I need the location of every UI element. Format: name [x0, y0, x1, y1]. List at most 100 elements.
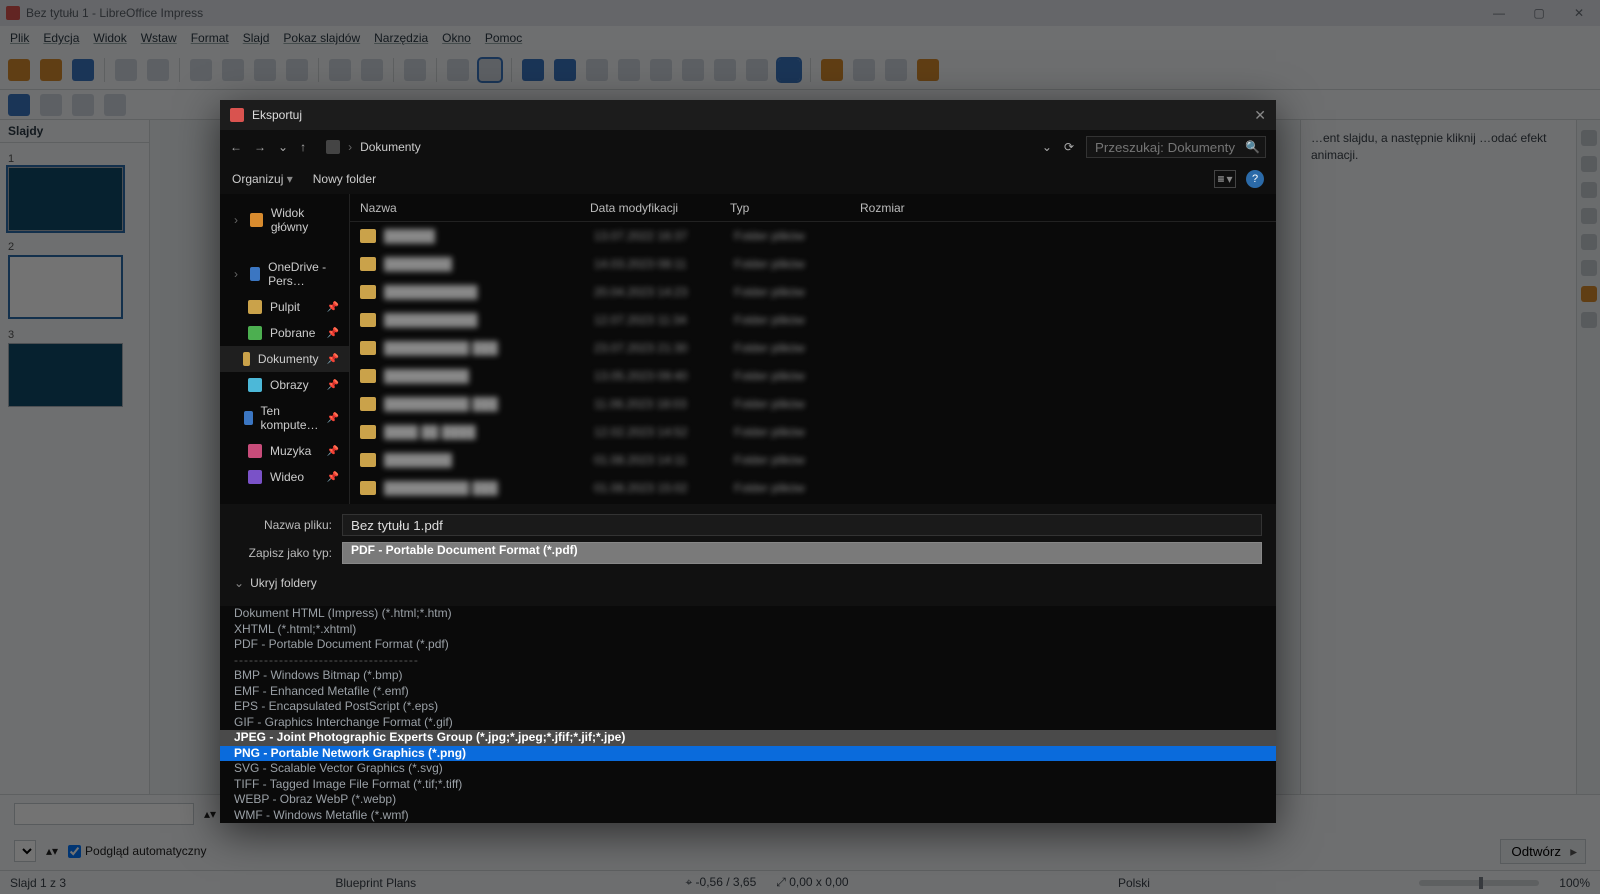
- folder-icon: [360, 425, 376, 439]
- dialog-form: Nazwa pliku: Zapisz jako typ: PDF - Port…: [220, 504, 1276, 606]
- nav-up-icon[interactable]: ↑: [300, 140, 306, 154]
- file-date: 14.03.2023 08:11: [594, 257, 734, 271]
- file-type: Folder plików: [734, 285, 864, 299]
- file-type: Folder plików: [734, 341, 864, 355]
- list-header: Nazwa Data modyfikacji Typ Rozmiar: [350, 194, 1276, 222]
- file-name: ██████████: [384, 369, 594, 383]
- file-type: Folder plików: [734, 369, 864, 383]
- file-row[interactable]: ████████01.08.2023 14:11Folder plików: [350, 446, 1276, 474]
- pin-icon: 📌: [327, 413, 339, 424]
- filename-input[interactable]: [342, 514, 1262, 536]
- file-row[interactable]: ███████████12.07.2023 11:34Folder plików: [350, 306, 1276, 334]
- filetype-option[interactable]: BMP - Windows Bitmap (*.bmp): [220, 668, 1276, 684]
- folder-icon: [360, 341, 376, 355]
- file-name: ██████████ ███: [384, 481, 594, 495]
- breadcrumb-label: Dokumenty: [360, 140, 421, 154]
- sidebar-icon: [248, 470, 262, 484]
- file-name: ████████: [384, 453, 594, 467]
- sidebar-label: Dokumenty: [258, 352, 319, 366]
- sidebar-item[interactable]: Pulpit📌: [220, 294, 349, 320]
- sidebar-icon: [248, 300, 262, 314]
- nav-dropdown-icon[interactable]: ⌄: [1042, 140, 1052, 154]
- nav-refresh-icon[interactable]: ⟳: [1064, 140, 1074, 154]
- col-size[interactable]: Rozmiar: [850, 201, 970, 215]
- file-type: Folder plików: [734, 313, 864, 327]
- filetype-option[interactable]: WMF - Windows Metafile (*.wmf): [220, 808, 1276, 824]
- sidebar-label: Wideo: [270, 470, 304, 484]
- filetype-option[interactable]: PDF - Portable Document Format (*.pdf): [220, 637, 1276, 653]
- sidebar-item[interactable]: Muzyka 📌: [220, 438, 349, 464]
- file-date: 23.07.2023 21:30: [594, 341, 734, 355]
- nav-back-icon[interactable]: ←: [230, 140, 242, 154]
- dialog-nav: ← → ⌄ ↑ › Dokumenty ⌄ ⟳ 🔍: [220, 130, 1276, 164]
- file-name: ██████████ ███: [384, 341, 594, 355]
- pin-icon: 📌: [327, 446, 339, 457]
- sidebar-item[interactable]: › Widok główny: [220, 200, 349, 240]
- sidebar-item[interactable]: Wideo📌: [220, 464, 349, 490]
- chevron-right-icon: ›: [230, 267, 242, 281]
- filetype-option[interactable]: XHTML (*.html;*.xhtml): [220, 622, 1276, 638]
- file-row[interactable]: ███████████20.04.2023 14:23Folder plików: [350, 278, 1276, 306]
- chevron-right-icon: ›: [348, 140, 352, 154]
- sidebar-item[interactable]: ›OneDrive - Pers…: [220, 254, 349, 294]
- file-date: 01.08.2023 14:11: [594, 453, 734, 467]
- filetype-option[interactable]: PNG - Portable Network Graphics (*.png): [220, 746, 1276, 762]
- file-type: Folder plików: [734, 397, 864, 411]
- dialog-search-input[interactable]: [1086, 136, 1266, 158]
- file-name: ██████: [384, 229, 594, 243]
- file-type: Folder plików: [734, 453, 864, 467]
- sidebar-icon: [243, 352, 250, 366]
- dialog-logo-icon: [230, 108, 244, 122]
- file-row[interactable]: ████████14.03.2023 08:11Folder plików: [350, 250, 1276, 278]
- chevron-right-icon: ›: [230, 213, 242, 227]
- file-row[interactable]: ████ ██ ████12.02.2023 14:52Folder plikó…: [350, 418, 1276, 446]
- file-date: 13.05.2023 09:40: [594, 369, 734, 383]
- sidebar-item[interactable]: Ten kompute…📌: [220, 398, 349, 438]
- filetype-option[interactable]: EMF - Enhanced Metafile (*.emf): [220, 684, 1276, 700]
- filetype-option[interactable]: GIF - Graphics Interchange Format (*.gif…: [220, 715, 1276, 731]
- nav-forward-icon[interactable]: →: [254, 140, 266, 154]
- new-folder-button[interactable]: Nowy folder: [313, 172, 376, 186]
- file-date: 13.07.2022 16:37: [594, 229, 734, 243]
- filetype-option[interactable]: WEBP - Obraz WebP (*.webp): [220, 792, 1276, 808]
- filetype-option[interactable]: SVG - Scalable Vector Graphics (*.svg): [220, 761, 1276, 777]
- file-name: ████ ██ ████: [384, 425, 594, 439]
- filetype-option[interactable]: TIFF - Tagged Image File Format (*.tif;*…: [220, 777, 1276, 793]
- file-row[interactable]: ██████████ ███23.07.2023 21:30Folder pli…: [350, 334, 1276, 362]
- file-type: Folder plików: [734, 229, 864, 243]
- sidebar-icon: [248, 378, 262, 392]
- col-name[interactable]: Nazwa: [350, 201, 580, 215]
- file-row[interactable]: ██████████ ███01.08.2023 15:02Folder pli…: [350, 474, 1276, 502]
- col-date[interactable]: Data modyfikacji: [580, 201, 720, 215]
- sidebar-label: Widok główny: [271, 206, 339, 234]
- dialog-toolbar: Organizuj ▾ Nowy folder ≡ ▾ ?: [220, 164, 1276, 194]
- file-type: Folder plików: [734, 425, 864, 439]
- file-row[interactable]: ██████████13.05.2023 09:40Folder plików: [350, 362, 1276, 390]
- filetype-option[interactable]: Dokument HTML (Impress) (*.html;*.htm): [220, 606, 1276, 622]
- view-mode-button[interactable]: ≡ ▾: [1214, 170, 1236, 188]
- sidebar-item[interactable]: Obrazy📌: [220, 372, 349, 398]
- file-row[interactable]: ██████13.07.2022 16:37Folder plików: [350, 222, 1276, 250]
- sidebar-label: Muzyka: [270, 444, 311, 458]
- file-name: ███████████: [384, 313, 594, 327]
- sidebar-item[interactable]: Dokumenty📌: [220, 346, 349, 372]
- help-button[interactable]: ?: [1246, 170, 1264, 188]
- dialog-close-button[interactable]: ✕: [1254, 107, 1266, 124]
- folder-icon: [360, 229, 376, 243]
- file-type: Folder plików: [734, 481, 864, 495]
- filetype-option[interactable]: EPS - Encapsulated PostScript (*.eps): [220, 699, 1276, 715]
- chevron-down-icon: ⌄: [234, 576, 244, 590]
- organize-button[interactable]: Organizuj ▾: [232, 172, 293, 186]
- filetype-option[interactable]: JPEG - Joint Photographic Experts Group …: [220, 730, 1276, 746]
- file-date: 11.06.2023 18:03: [594, 397, 734, 411]
- hide-folders-toggle[interactable]: ⌄ Ukryj foldery: [234, 570, 1262, 596]
- file-date: 12.02.2023 14:52: [594, 425, 734, 439]
- nav-recent-icon[interactable]: ⌄: [278, 140, 288, 154]
- breadcrumb[interactable]: › Dokumenty: [326, 140, 421, 154]
- sidebar-item[interactable]: Pobrane📌: [220, 320, 349, 346]
- file-row[interactable]: ██████████ ███11.06.2023 18:03Folder pli…: [350, 390, 1276, 418]
- sidebar-icon: [248, 326, 262, 340]
- col-type[interactable]: Typ: [720, 201, 850, 215]
- pin-icon: 📌: [327, 328, 339, 339]
- filetype-select[interactable]: PDF - Portable Document Format (*.pdf): [342, 542, 1262, 564]
